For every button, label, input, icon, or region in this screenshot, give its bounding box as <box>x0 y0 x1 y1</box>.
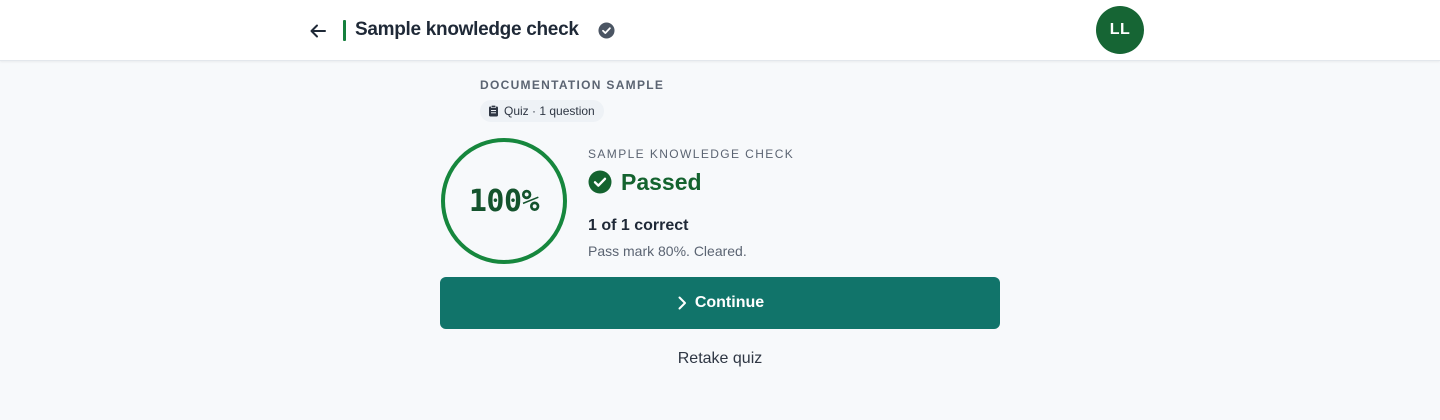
result-status: Passed <box>588 168 702 196</box>
check-circle-icon <box>598 22 615 39</box>
avatar[interactable]: LL <box>1096 6 1144 54</box>
quiz-result-label: SAMPLE KNOWLEDGE CHECK <box>588 147 795 161</box>
pass-mark-note: Pass mark 80%. Cleared. <box>588 243 747 259</box>
clipboard-icon <box>489 105 498 117</box>
check-circle-icon <box>588 170 612 194</box>
course-section-label: DOCUMENTATION SAMPLE <box>480 78 665 92</box>
correct-summary: 1 of 1 correct <box>588 217 689 234</box>
score-percent: 100% <box>468 183 540 219</box>
continue-button[interactable]: Continue <box>440 277 1000 329</box>
top-bar: Sample knowledge check LL <box>0 0 1440 61</box>
title-accent-bar <box>343 20 346 41</box>
retake-quiz-link[interactable]: Retake quiz <box>440 349 1000 369</box>
page-title: Sample knowledge check <box>355 19 579 40</box>
back-button[interactable] <box>305 18 331 44</box>
quiz-info-text: Quiz · 1 question <box>504 104 595 118</box>
chevron-right-icon <box>678 296 686 310</box>
continue-button-label: Continue <box>694 294 765 311</box>
quiz-info-badge: Quiz · 1 question <box>480 100 604 122</box>
arrow-left-icon <box>310 24 326 38</box>
status-text: Passed <box>621 169 702 195</box>
